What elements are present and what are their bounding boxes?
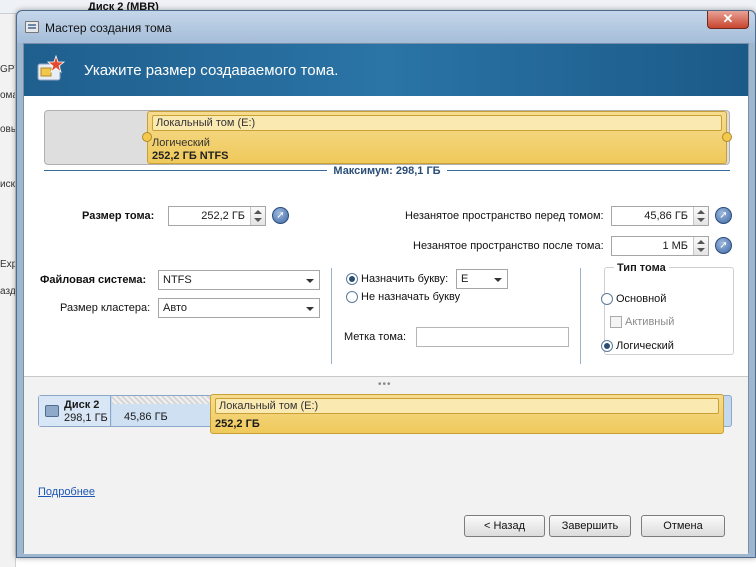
chevron-down-icon (494, 278, 502, 282)
background-item: иск (0, 179, 15, 190)
maximum-size-text: Максимум: 298,1 ГБ (327, 165, 447, 177)
disk-size: 298,1 ГБ (64, 412, 108, 424)
close-button[interactable]: ✕ (707, 11, 749, 29)
file-system-label: Файловая система: (40, 274, 147, 286)
background-item: Exp (0, 259, 16, 270)
disk-volume-size: 252,2 ГБ (215, 418, 260, 430)
volume-type-title: Тип тома (614, 262, 669, 274)
cancel-button[interactable]: Отмена (641, 515, 725, 537)
background-item: азд (0, 286, 16, 297)
disk-volume-name: Локальный том (E:) (215, 398, 719, 414)
background-item: овы (0, 124, 15, 135)
create-volume-wizard-dialog: Мастер создания тома ✕ Укажите размер со… (16, 10, 756, 558)
finish-button[interactable]: Завершить (549, 515, 631, 537)
file-system-value: NTFS (163, 274, 192, 286)
no-letter-label[interactable]: Не назначать букву (361, 291, 460, 303)
wizard-icon (37, 54, 66, 81)
unallocated-after-spinner[interactable] (693, 237, 708, 255)
drive-letter-value: E (461, 273, 469, 285)
spin-down-icon[interactable] (254, 218, 262, 222)
maximum-size-label: Максимум: 298,1 ГБ (24, 165, 750, 177)
assign-letter-label[interactable]: Назначить букву: (361, 273, 448, 285)
disk-info[interactable]: Диск 2 298,1 ГБ (39, 396, 111, 426)
section-divider (331, 268, 332, 364)
disk-volume-block[interactable]: Локальный том (E:) 252,2 ГБ (210, 394, 724, 434)
active-label[interactable]: Активный (625, 316, 674, 328)
disk-name: Диск 2 (64, 399, 100, 411)
volume-size-value: 252,2 ГБ (201, 210, 245, 222)
unallocated-before-label: Незанятое пространство перед томом: (405, 210, 604, 222)
volume-size-spinner[interactable] (250, 207, 265, 225)
resize-handle-right[interactable] (722, 132, 732, 142)
back-button[interactable]: < Назад (464, 515, 545, 537)
unallocated-before-input[interactable]: 45,86 ГБ (611, 206, 709, 226)
unallocated-after-value: 1 МБ (662, 240, 688, 252)
unallocated-size: 45,86 ГБ (124, 411, 168, 423)
disk-map-row: Диск 2 298,1 ГБ 45,86 ГБ Локальный том (… (38, 394, 732, 434)
partition-volume-size: 252,2 ГБ NTFS (152, 150, 229, 162)
volume-size-label: Размер тома: (82, 210, 155, 222)
drive-letter-select[interactable]: E (456, 269, 508, 289)
window-icon (25, 21, 39, 33)
active-checkbox[interactable] (610, 316, 622, 328)
splitter-grip-icon[interactable]: ••• (378, 379, 392, 390)
title-bar[interactable]: Мастер создания тома ✕ (17, 11, 755, 43)
wizard-header: Укажите размер создаваемого тома. (24, 44, 748, 96)
logical-radio[interactable] (601, 340, 613, 352)
cluster-size-value: Авто (163, 302, 187, 314)
partition-volume-type: Логический (152, 137, 210, 149)
primary-label[interactable]: Основной (616, 293, 666, 305)
unallocated-before-value: 45,86 ГБ (644, 210, 688, 222)
wizard-header-text: Укажите размер создаваемого тома. (84, 62, 339, 79)
dialog-client-area: Укажите размер создаваемого тома. Локаль… (23, 43, 750, 554)
partition-preview: Локальный том (E:) Логический 252,2 ГБ N… (44, 110, 732, 165)
volume-label-input[interactable] (416, 327, 569, 347)
logical-label[interactable]: Логический (616, 340, 674, 352)
background-item: GPT (0, 64, 15, 75)
volume-size-max-arrow-icon[interactable]: ➚ (272, 207, 289, 224)
primary-radio[interactable] (601, 293, 613, 305)
unallocated-hatch (112, 396, 210, 404)
background-item: ома (0, 90, 15, 101)
resize-handle-left[interactable] (142, 132, 152, 142)
spin-up-icon[interactable] (697, 210, 705, 214)
disk-icon (45, 405, 59, 417)
partition-volume-name: Локальный том (E:) (152, 115, 722, 131)
volume-label-label: Метка тома: (344, 331, 407, 343)
spin-down-icon[interactable] (697, 218, 705, 222)
unallocated-before-spinner[interactable] (693, 207, 708, 225)
chevron-down-icon (306, 279, 314, 283)
assign-letter-radio[interactable] (346, 273, 358, 285)
no-letter-radio[interactable] (346, 291, 358, 303)
spin-down-icon[interactable] (697, 248, 705, 252)
cluster-size-select[interactable]: Авто (158, 298, 320, 318)
unallocated-after-arrow-icon[interactable]: ➚ (715, 237, 732, 254)
cluster-size-label: Размер кластера: (60, 302, 151, 314)
chevron-down-icon (306, 307, 314, 311)
unallocated-after-input[interactable]: 1 МБ (611, 236, 709, 256)
spin-up-icon[interactable] (697, 240, 705, 244)
background-sidebar: GPT ома овы иск Exp азд (0, 14, 16, 567)
file-system-select[interactable]: NTFS (158, 270, 320, 290)
unallocated-after-label: Незанятое пространство после тома: (413, 240, 604, 252)
spin-up-icon[interactable] (254, 210, 262, 214)
section-divider (580, 268, 581, 364)
partition-volume-block[interactable]: Локальный том (E:) Логический 252,2 ГБ N… (147, 111, 727, 164)
volume-size-input[interactable]: 252,2 ГБ (168, 206, 266, 226)
more-details-link[interactable]: Подробнее (38, 486, 95, 498)
unallocated-before-arrow-icon[interactable]: ➚ (715, 207, 732, 224)
unallocated-space-block[interactable]: 45,86 ГБ (112, 396, 210, 426)
window-title: Мастер создания тома (45, 21, 172, 35)
